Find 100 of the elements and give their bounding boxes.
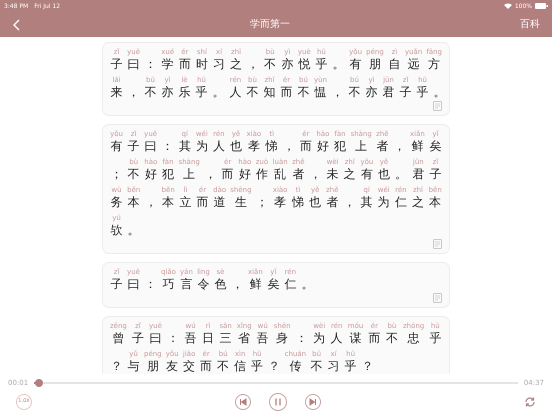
- chinese-character: 曰: [144, 138, 157, 154]
- chinese-character: 欤: [110, 222, 122, 238]
- back-icon[interactable]: [12, 18, 20, 30]
- chinese-character: 身: [276, 330, 288, 346]
- next-icon[interactable]: [305, 394, 321, 410]
- chinese-character: 犯: [334, 138, 346, 154]
- chinese-character: 仁: [394, 194, 407, 210]
- chinese-character: ，: [128, 84, 140, 100]
- chinese-character: 朋: [368, 56, 381, 72]
- chinese-character: 上: [355, 138, 368, 154]
- chinese-character: 谋: [350, 330, 362, 346]
- chinese-character: 好: [238, 166, 251, 182]
- chinese-character: 子: [110, 56, 122, 72]
- chinese-character: 吾: [184, 330, 197, 346]
- chinese-character: 省: [238, 330, 250, 346]
- chinese-character: 知: [264, 84, 276, 100]
- chinese-character: 三: [220, 330, 232, 346]
- previous-icon[interactable]: [235, 394, 251, 410]
- chinese-character: 方: [428, 56, 440, 72]
- chinese-character: 习: [212, 56, 225, 72]
- chinese-character: ，: [247, 56, 260, 72]
- chinese-character: 犯: [162, 166, 174, 182]
- chinese-character: 不: [264, 56, 276, 72]
- chinese-character: 也: [378, 166, 390, 182]
- chinese-character: 君: [382, 84, 394, 100]
- chinese-character: 生: [234, 194, 247, 210]
- chinese-character: 交: [183, 358, 196, 374]
- chinese-character: ，: [231, 276, 244, 292]
- chinese-character: ，: [282, 138, 295, 154]
- chinese-character: ：: [144, 56, 157, 72]
- chinese-character: 者: [376, 138, 388, 154]
- pause-icon[interactable]: [269, 393, 287, 411]
- chinese-character: 时: [196, 56, 208, 72]
- chinese-character: 而: [178, 56, 191, 72]
- chinese-character: 好: [316, 138, 329, 154]
- chinese-character: 子: [128, 138, 140, 154]
- chinese-character: 悦: [298, 56, 310, 72]
- chinese-character: 。: [395, 166, 408, 182]
- chinese-character: 不: [348, 84, 360, 100]
- chinese-character: 。: [434, 84, 446, 100]
- chinese-character: 也: [230, 138, 242, 154]
- chinese-character: 为: [313, 330, 326, 346]
- chinese-character: ，: [204, 166, 216, 182]
- chinese-character: 而: [196, 194, 208, 210]
- chinese-character: 子: [110, 276, 122, 292]
- chinese-character: 曾: [112, 330, 124, 346]
- chinese-character: 为: [196, 138, 208, 154]
- chinese-character: ；: [110, 166, 122, 182]
- chinese-character: ？: [362, 358, 374, 374]
- chinese-character: 本: [429, 194, 442, 210]
- chinese-character: 曰: [149, 330, 162, 346]
- chinese-character: 。: [332, 56, 345, 72]
- chinese-character: 远: [408, 56, 420, 72]
- chinese-character: 而: [222, 166, 234, 182]
- chinese-character: 人: [230, 84, 242, 100]
- chinese-character: 传: [289, 358, 302, 374]
- chinese-character: 令: [197, 276, 210, 292]
- chinese-character: 乎: [315, 56, 328, 72]
- repeat-icon[interactable]: [524, 396, 536, 408]
- encyclopedia-button[interactable]: 百科: [520, 17, 540, 32]
- chinese-character: 立: [179, 194, 192, 210]
- chinese-character: 之: [230, 56, 242, 72]
- chinese-character: 孝: [248, 138, 260, 154]
- chinese-character: ？: [110, 358, 122, 374]
- chinese-character: 鲜: [249, 276, 262, 292]
- chinese-character: 乎: [251, 358, 264, 374]
- chinese-character: ，: [393, 138, 406, 154]
- chinese-character: 不: [298, 84, 310, 100]
- chinese-character: 不: [128, 166, 140, 182]
- chinese-character: 为: [378, 194, 390, 210]
- chinese-character: 君: [412, 166, 424, 182]
- chinese-character: 不: [144, 84, 156, 100]
- chinese-character: 之: [344, 166, 356, 182]
- chinese-character: 而: [300, 138, 312, 154]
- chinese-character: 乎: [344, 358, 357, 374]
- chinese-character: 。: [212, 84, 224, 100]
- chinese-character: 朋: [146, 358, 159, 374]
- chinese-character: 未: [326, 166, 339, 182]
- chinese-character: 。: [301, 276, 314, 292]
- chinese-character: 悌: [266, 138, 278, 154]
- wifi-icon: [504, 3, 512, 9]
- chinese-character: 务: [110, 194, 122, 210]
- chinese-character: 自: [388, 56, 400, 72]
- chinese-character: 习: [328, 358, 340, 374]
- chinese-character: 友: [166, 358, 178, 374]
- progress-thumb[interactable]: [35, 379, 44, 387]
- chinese-character: 愠: [314, 84, 326, 100]
- chinese-character: 与: [128, 358, 140, 374]
- chinese-character: 乐: [178, 84, 190, 100]
- chinese-character: 。: [128, 222, 140, 238]
- chinese-character: ：: [296, 330, 308, 346]
- chinese-character: 之: [412, 194, 424, 210]
- chinese-character: 言: [180, 276, 192, 292]
- chinese-character: 而: [200, 358, 212, 374]
- chinese-character: 好: [144, 166, 157, 182]
- chinese-character: 子: [400, 84, 412, 100]
- chinese-character: 有: [110, 138, 122, 154]
- chinese-character: 作: [256, 166, 268, 182]
- chinese-character: 巧: [162, 276, 174, 292]
- chinese-character: ：: [162, 138, 174, 154]
